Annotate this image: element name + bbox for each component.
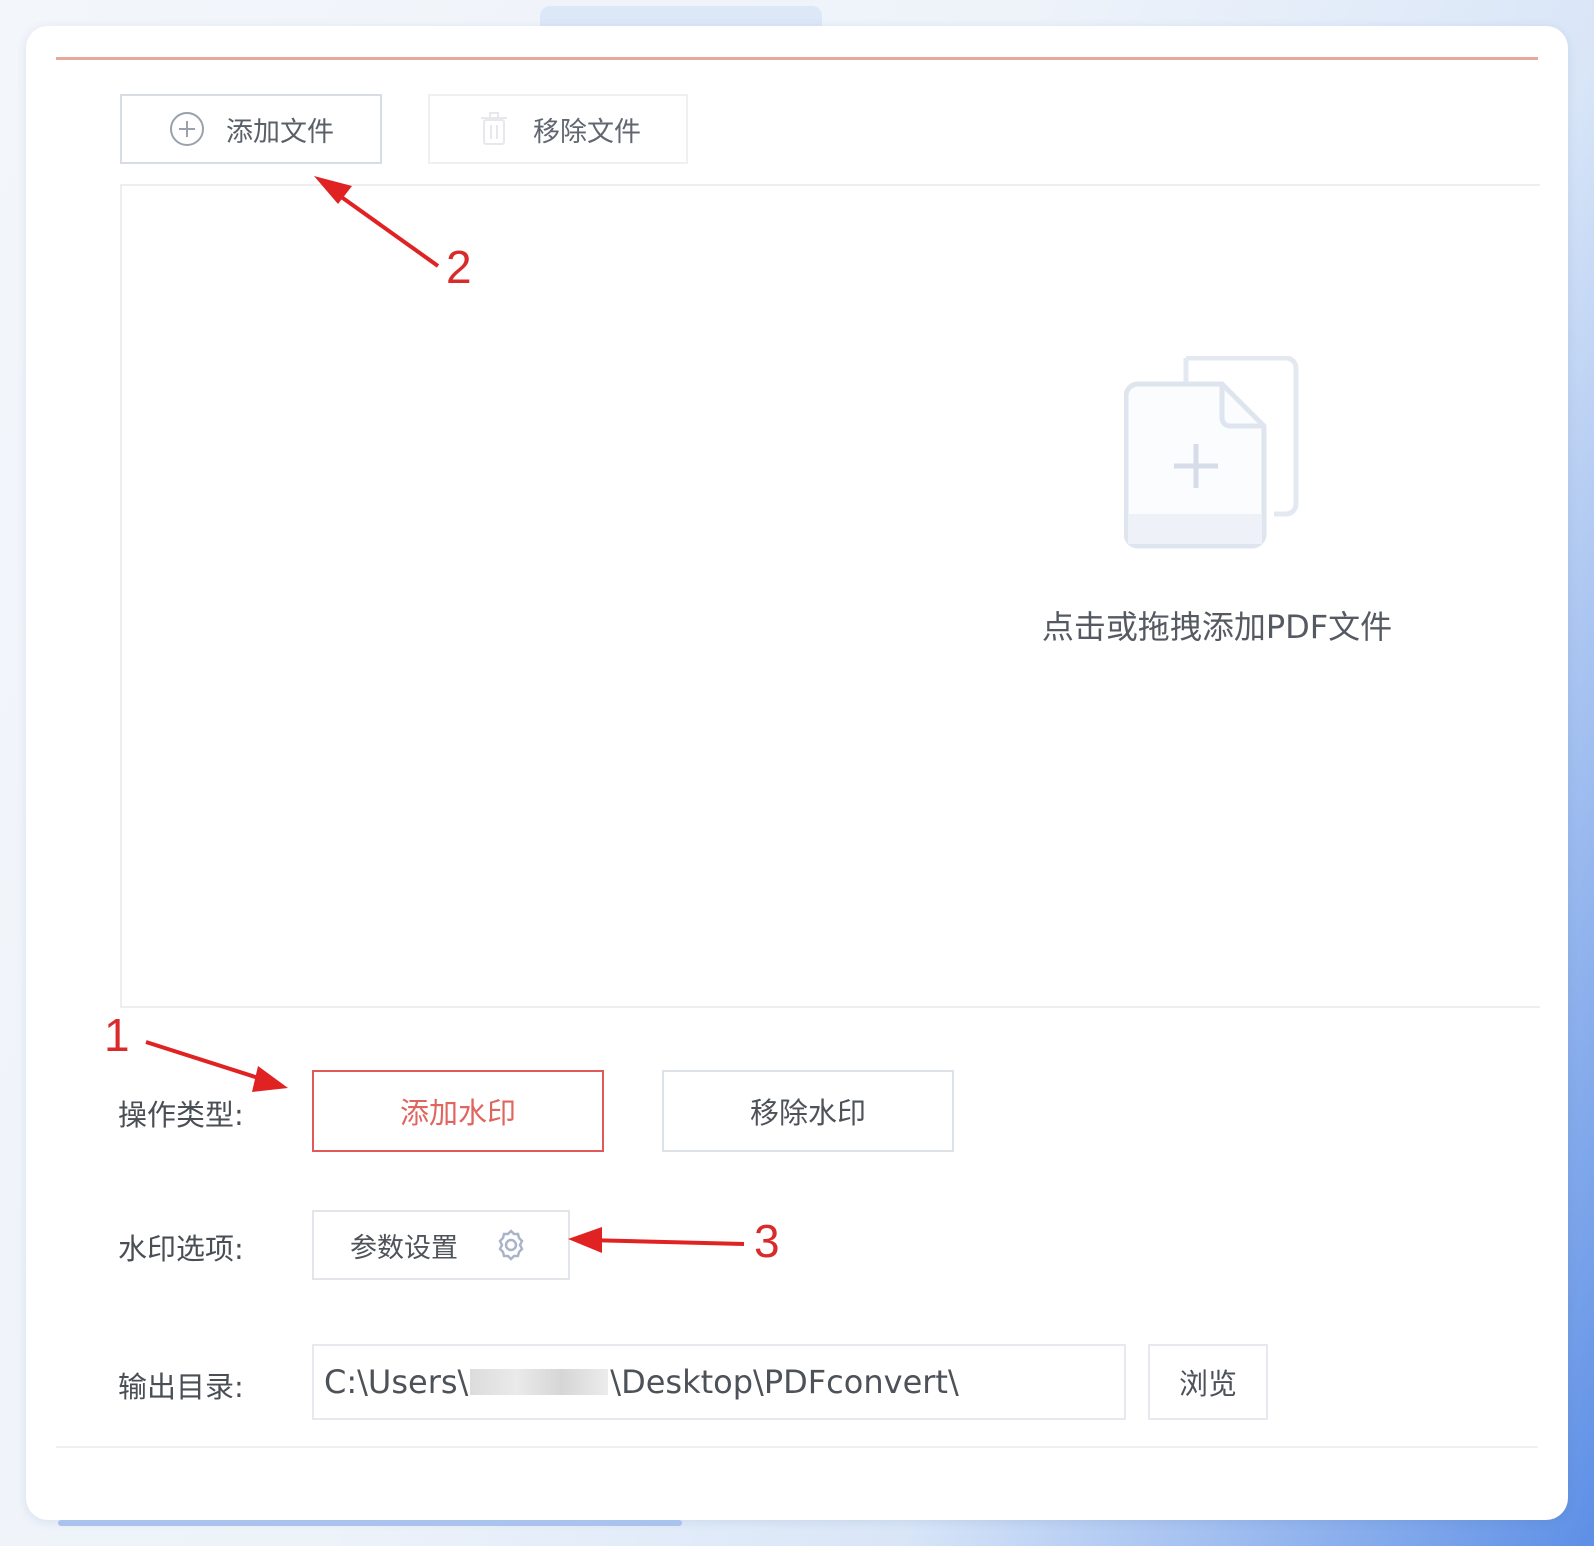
remove-file-label: 移除文件 [533, 116, 641, 148]
annotation-arrow-3 [568, 1227, 745, 1253]
parameter-settings-label: 参数设置 [350, 1232, 458, 1264]
dropzone-hint: 点击或拖拽添加PDF文件 [1041, 608, 1393, 646]
parameter-settings-button[interactable]: 参数设置 [312, 1210, 570, 1280]
browse-button[interactable]: 浏览 [1148, 1344, 1268, 1420]
file-drop-zone[interactable]: 点击或拖拽添加PDF文件 [120, 184, 1540, 1008]
output-path-suffix: \Desktop\PDFconvert\ [610, 1363, 959, 1401]
gear-icon [498, 1229, 524, 1261]
add-file-label: 添加文件 [226, 116, 334, 148]
remove-file-button[interactable]: 移除文件 [428, 94, 688, 164]
header-divider [56, 57, 1538, 60]
annotation-number-3: 3 [754, 1215, 780, 1267]
plus-circle-icon [168, 110, 206, 148]
add-document-icon [1124, 356, 1299, 549]
footer-divider [56, 1446, 1538, 1448]
main-panel: 添加文件 移除文件 点击或拖拽添加PDF文件 操作类型: 添加水印 移除水印 水… [26, 26, 1568, 1520]
remove-watermark-button[interactable]: 移除水印 [662, 1070, 954, 1152]
output-path-field[interactable]: C:\Users\ \Desktop\PDFconvert\ [312, 1344, 1126, 1420]
annotation-arrow-1 [145, 1040, 288, 1092]
trash-icon [475, 110, 513, 148]
redacted-username [470, 1369, 609, 1395]
watermark-options-label: 水印选项: [118, 1232, 244, 1266]
output-directory-label: 输出目录: [118, 1370, 244, 1404]
operation-type-label: 操作类型: [118, 1098, 244, 1132]
annotation-number-2: 2 [446, 241, 472, 293]
add-file-button[interactable]: 添加文件 [120, 94, 382, 164]
window-bottom-strip [58, 1520, 682, 1526]
output-path-prefix: C:\Users\ [324, 1363, 469, 1401]
add-watermark-button[interactable]: 添加水印 [312, 1070, 604, 1152]
annotation-number-1: 1 [104, 1009, 130, 1061]
